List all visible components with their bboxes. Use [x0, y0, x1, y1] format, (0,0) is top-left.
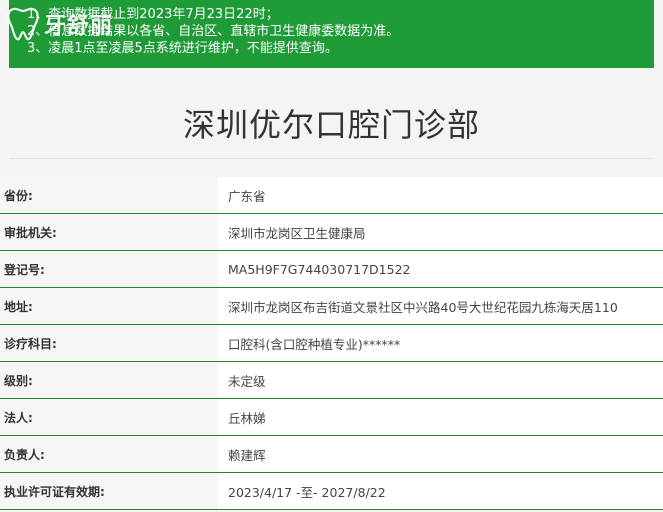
divider — [10, 158, 653, 159]
table-row: 诊疗科目: 口腔科(含口腔种植专业)****** — [0, 325, 663, 362]
row-label: 法人: — [0, 399, 218, 435]
row-value: 广东省 — [218, 177, 663, 213]
table-row: 法人: 丘林娣 — [0, 399, 663, 436]
row-label: 负责人: — [0, 436, 218, 472]
row-label: 诊疗科目: — [0, 325, 218, 361]
row-label: 省份: — [0, 177, 218, 213]
row-label: 地址: — [0, 288, 218, 324]
table-row: 执业许可证有效期: 2023/4/17 -至- 2027/8/22 — [0, 473, 663, 510]
row-value: 2023/4/17 -至- 2027/8/22 — [218, 473, 663, 509]
page-title: 深圳优尔口腔门诊部 — [182, 106, 480, 144]
row-value: 口腔科(含口腔种植专业)****** — [218, 325, 663, 361]
row-label: 登记号: — [0, 251, 218, 287]
row-value: 深圳市龙岗区卫生健康局 — [218, 214, 663, 250]
row-label: 审批机关: — [0, 214, 218, 250]
row-value: MA5H9F7G744030717D1522 — [218, 251, 663, 287]
row-value: 深圳市龙岗区布吉街道文景社区中兴路40号大世纪花园九栋海天居110 — [218, 288, 663, 324]
table-row: 省份: 广东省 — [0, 177, 663, 214]
clinic-details-table: 省份: 广东省 审批机关: 深圳市龙岗区卫生健康局 登记号: MA5H9F7G7… — [0, 177, 663, 510]
row-value: 丘林娣 — [218, 399, 663, 435]
row-value: 赖建辉 — [218, 436, 663, 472]
logo-brand-text: 牙舒丽 — [44, 13, 114, 39]
table-row: 登记号: MA5H9F7G744030717D1522 — [0, 251, 663, 288]
notice-line: 1、查询数据截止到2023年7月23日22时； — [27, 7, 279, 22]
site-logo[interactable]: 牙舒丽 — [6, 2, 113, 46]
row-value: 未定级 — [218, 362, 663, 398]
row-label: 执业许可证有效期: — [0, 473, 218, 509]
tooth-icon — [7, 7, 39, 41]
notice-line: 2、信息数据结果以各省、自治区、直辖市卫生健康委数据为准。 — [27, 24, 400, 39]
table-row: 级别: 未定级 — [0, 362, 663, 399]
table-row: 审批机关: 深圳市龙岗区卫生健康局 — [0, 214, 663, 251]
table-row: 地址: 深圳市龙岗区布吉街道文景社区中兴路40号大世纪花园九栋海天居110 — [0, 288, 663, 325]
table-row: 负责人: 赖建辉 — [0, 436, 663, 473]
notice-line: 3、凌晨1点至凌晨5点系统进行维护，不能提供查询。 — [27, 41, 338, 56]
row-label: 级别: — [0, 362, 218, 398]
